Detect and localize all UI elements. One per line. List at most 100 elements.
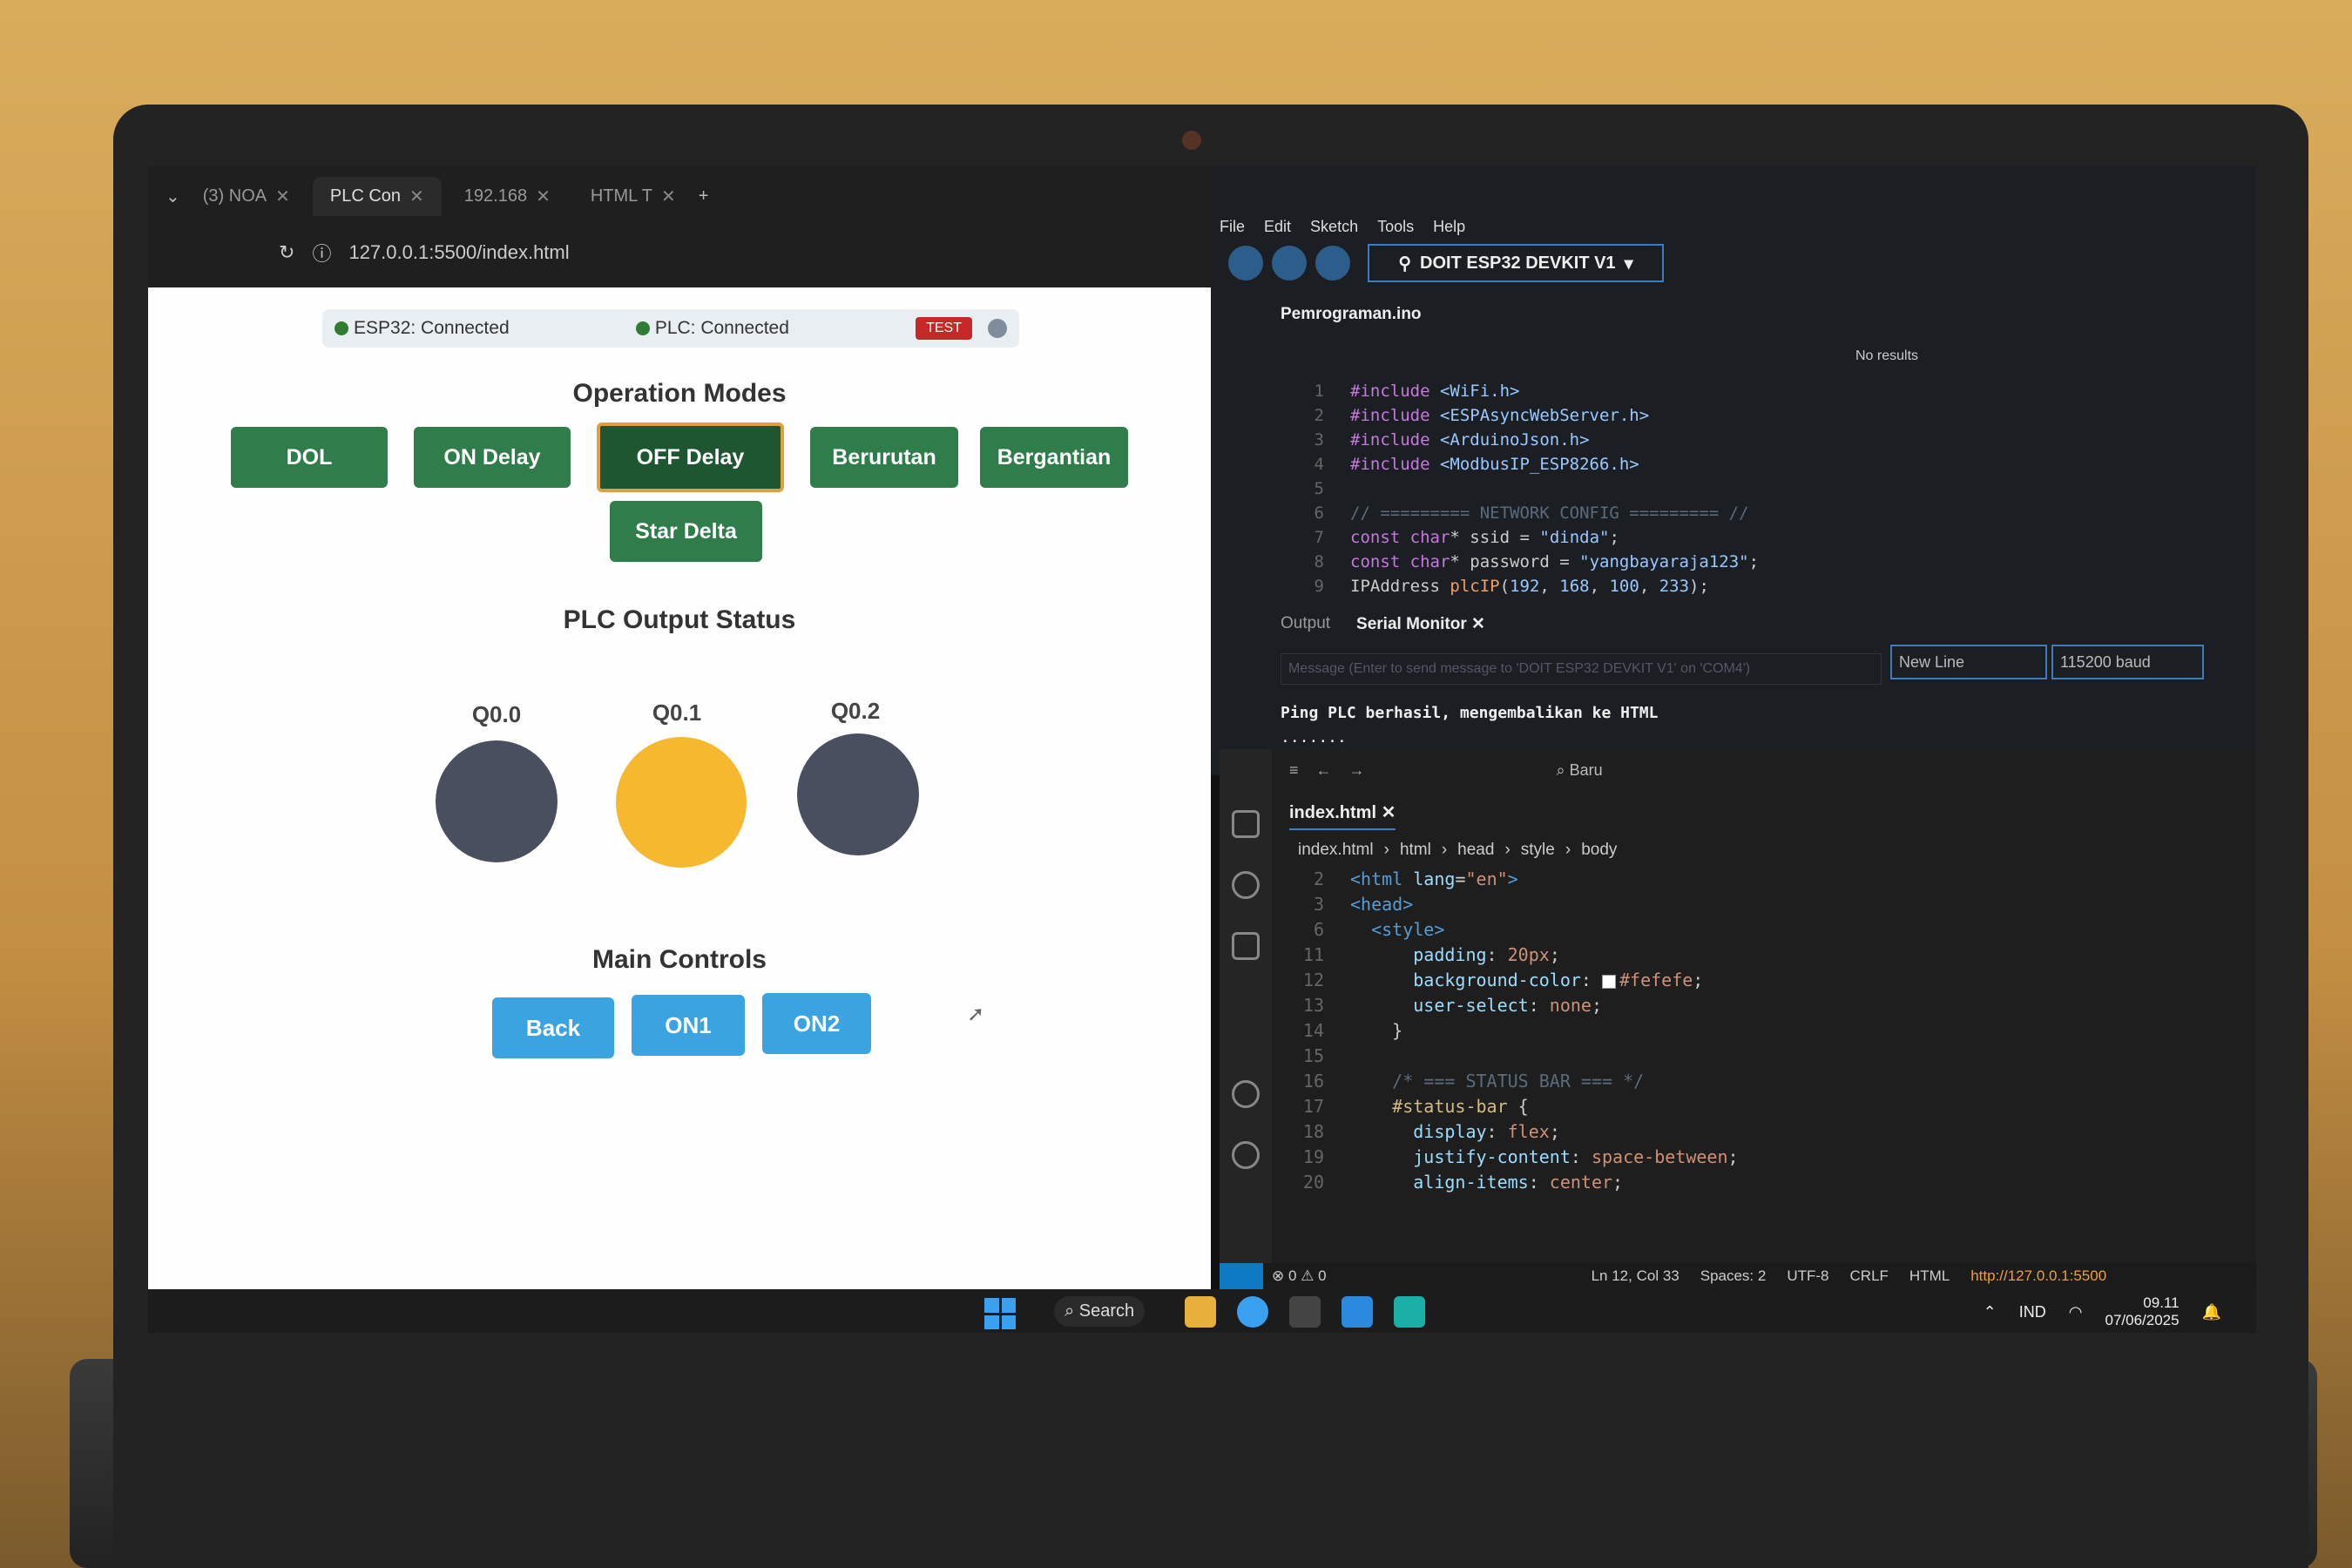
vscode-icon[interactable] xyxy=(1342,1296,1373,1328)
gear-icon[interactable] xyxy=(1232,1141,1260,1169)
breadcrumb-html[interactable]: html xyxy=(1400,841,1431,860)
close-icon[interactable]: ✕ xyxy=(409,186,424,207)
windows-start-icon[interactable] xyxy=(984,1298,1016,1329)
menu-sketch[interactable]: Sketch xyxy=(1310,218,1358,236)
mode-button-on-delay[interactable]: ON Delay xyxy=(414,427,571,488)
breadcrumb-style[interactable]: style xyxy=(1521,841,1555,860)
output-lamp-q00 xyxy=(436,740,558,862)
taskbar: ⌕ Search ⌃ IND ◠ 09.11 07/06/2025 🔔 xyxy=(148,1289,2256,1333)
breadcrumb-file[interactable]: index.html xyxy=(1298,841,1374,860)
tab-label: (3) NOA xyxy=(202,186,267,206)
board-label: DOIT ESP32 DEVKIT V1 xyxy=(1420,253,1616,273)
serial-line: Ping PLC berhasil, mengembalikan ke HTML xyxy=(1281,704,1659,722)
mode-button-berurutan[interactable]: Berurutan xyxy=(810,427,958,488)
cursor-position[interactable]: Ln 12, Col 33 xyxy=(1592,1267,1680,1285)
tab-serial-monitor[interactable]: Serial Monitor ✕ xyxy=(1356,614,1485,634)
status-bar: ESP32: Connected PLC: Connected TEST xyxy=(322,309,1019,348)
arduino-ide-window: File Edit Sketch Tools Help ⚲ DOIT ESP32 … xyxy=(1211,166,2256,775)
close-icon[interactable]: ✕ xyxy=(1382,803,1396,822)
address-bar[interactable]: ↻ ⓘ 127.0.0.1:5500/index.html xyxy=(148,226,1211,279)
upload-icon[interactable] xyxy=(1272,246,1307,280)
menu-icon[interactable]: ≡ xyxy=(1289,761,1299,780)
vscode-window: ≡ ← → ⌕ Baru index.html ✕ index.html › ht… xyxy=(1220,749,2256,1289)
back-button[interactable]: Back xyxy=(492,997,614,1058)
tab-ip[interactable]: 192.168 ✕ xyxy=(447,177,568,216)
verify-icon[interactable] xyxy=(1228,246,1263,280)
forward-icon[interactable]: → xyxy=(1349,761,1365,780)
problems-indicator[interactable]: ⊗ 0 ⚠ 0 xyxy=(1272,1267,1327,1285)
url-text[interactable]: 127.0.0.1:5500/index.html xyxy=(348,241,569,264)
sketch-tab[interactable]: Pemrograman.ino xyxy=(1281,305,1422,324)
test-button[interactable]: TEST xyxy=(916,317,972,340)
menu-tools[interactable]: Tools xyxy=(1377,218,1414,236)
menu-edit[interactable]: Edit xyxy=(1264,218,1291,236)
line-ending-select[interactable]: New Line xyxy=(1890,645,2047,679)
tab-list-icon[interactable]: ⌄ xyxy=(166,186,180,207)
laptop-screen: ⌄ (3) NOA ✕ PLC Con ✕ 192.168 ✕ HTML T ✕ + ↻… xyxy=(148,166,2256,1333)
mode-button-bergantian[interactable]: Bergantian xyxy=(980,427,1128,488)
mode-button-dol[interactable]: DOL xyxy=(231,427,388,488)
arduino-menu-bar: File Edit Sketch Tools Help xyxy=(1220,218,1465,236)
mode-button-star-delta[interactable]: Star Delta xyxy=(610,501,762,562)
indentation[interactable]: Spaces: 2 xyxy=(1700,1267,1767,1285)
remote-icon[interactable] xyxy=(1220,1263,1263,1289)
breadcrumb-body[interactable]: body xyxy=(1581,841,1617,860)
close-icon[interactable]: ✕ xyxy=(536,186,551,207)
wifi-icon[interactable]: ◠ xyxy=(2069,1303,2083,1321)
webcam xyxy=(1182,131,1201,150)
menu-file[interactable]: File xyxy=(1220,218,1245,236)
clock[interactable]: 09.11 07/06/2025 xyxy=(2105,1294,2179,1329)
chevron-up-icon[interactable]: ⌃ xyxy=(1984,1303,1997,1321)
output-label-q01: Q0.1 xyxy=(652,700,702,726)
arduino-code-editor[interactable]: 1 #include <WiFi.h> 2 #include <ESPAsyncWe… xyxy=(1281,379,1760,598)
baud-select[interactable]: 115200 baud xyxy=(2051,645,2204,679)
vscode-title-bar: ≡ ← → ⌕ Baru xyxy=(1272,749,2256,791)
breadcrumb-head[interactable]: head xyxy=(1457,841,1494,860)
status-dot xyxy=(635,321,650,335)
command-center-search[interactable]: ⌕ Baru xyxy=(1557,761,1603,780)
serial-line: ....... xyxy=(1281,728,1347,747)
esp32-status: ESP32: Connected xyxy=(335,318,510,339)
encoding[interactable]: UTF-8 xyxy=(1787,1267,1828,1285)
apps-icon[interactable] xyxy=(1289,1296,1321,1328)
search-icon[interactable] xyxy=(1232,871,1260,899)
line-ending[interactable]: CRLF xyxy=(1850,1267,1889,1285)
serial-monitor-label: Serial Monitor xyxy=(1356,615,1467,633)
bottom-panel-tabs: Output Serial Monitor ✕ xyxy=(1281,614,1485,634)
tab-youtube[interactable]: (3) NOA ✕ xyxy=(186,177,308,216)
language-indicator[interactable]: IND xyxy=(2019,1303,2046,1321)
search-label: Search xyxy=(1078,1301,1135,1321)
browser-tab-strip: ⌄ (3) NOA ✕ PLC Con ✕ 192.168 ✕ HTML T ✕ + xyxy=(148,166,1211,226)
tab-plc[interactable]: PLC Con ✕ xyxy=(312,176,442,216)
new-tab-icon[interactable]: + xyxy=(699,186,709,206)
tab-output[interactable]: Output xyxy=(1281,614,1330,634)
taskbar-search[interactable]: ⌕ Search xyxy=(1054,1296,1146,1327)
serial-message-input[interactable]: Message (Enter to send message to 'DOIT … xyxy=(1281,653,1882,685)
tab-label: PLC Con xyxy=(329,186,402,206)
on2-button[interactable]: ON2 xyxy=(762,993,871,1054)
arduino-icon[interactable] xyxy=(1394,1296,1425,1328)
debug-icon[interactable] xyxy=(1315,246,1350,280)
notification-bell-icon[interactable]: 🔔 xyxy=(2202,1303,2221,1321)
chrome-icon[interactable] xyxy=(1237,1296,1268,1328)
file-explorer-icon[interactable] xyxy=(1185,1296,1216,1328)
menu-help[interactable]: Help xyxy=(1433,218,1465,236)
close-icon[interactable]: ✕ xyxy=(275,186,290,207)
language-mode[interactable]: HTML xyxy=(1909,1267,1950,1285)
close-icon[interactable]: ✕ xyxy=(661,186,676,207)
explorer-icon[interactable] xyxy=(1232,810,1260,838)
reload-icon[interactable]: ↻ xyxy=(279,241,294,264)
close-icon[interactable]: ✕ xyxy=(1471,615,1485,633)
back-icon[interactable]: ← xyxy=(1316,761,1332,780)
on1-button[interactable]: ON1 xyxy=(632,995,745,1056)
mode-button-off-delay[interactable]: OFF Delay xyxy=(597,422,784,492)
color-swatch-icon[interactable] xyxy=(1602,974,1616,989)
source-control-icon[interactable] xyxy=(1232,932,1260,960)
tab-html[interactable]: HTML T ✕ xyxy=(573,177,693,216)
editor-tab-index[interactable]: index.html ✕ xyxy=(1289,801,1396,830)
info-icon[interactable]: ⓘ xyxy=(312,239,331,267)
account-icon[interactable] xyxy=(1232,1080,1260,1108)
board-selector[interactable]: ⚲ DOIT ESP32 DEVKIT V1 ▾ xyxy=(1368,244,1664,282)
vscode-code-editor[interactable]: 2 <html lang="en"> 3 <head> 6 <style> 11 p… xyxy=(1281,867,1739,1195)
live-server-url[interactable]: http://127.0.0.1:5500 xyxy=(1970,1267,2106,1285)
